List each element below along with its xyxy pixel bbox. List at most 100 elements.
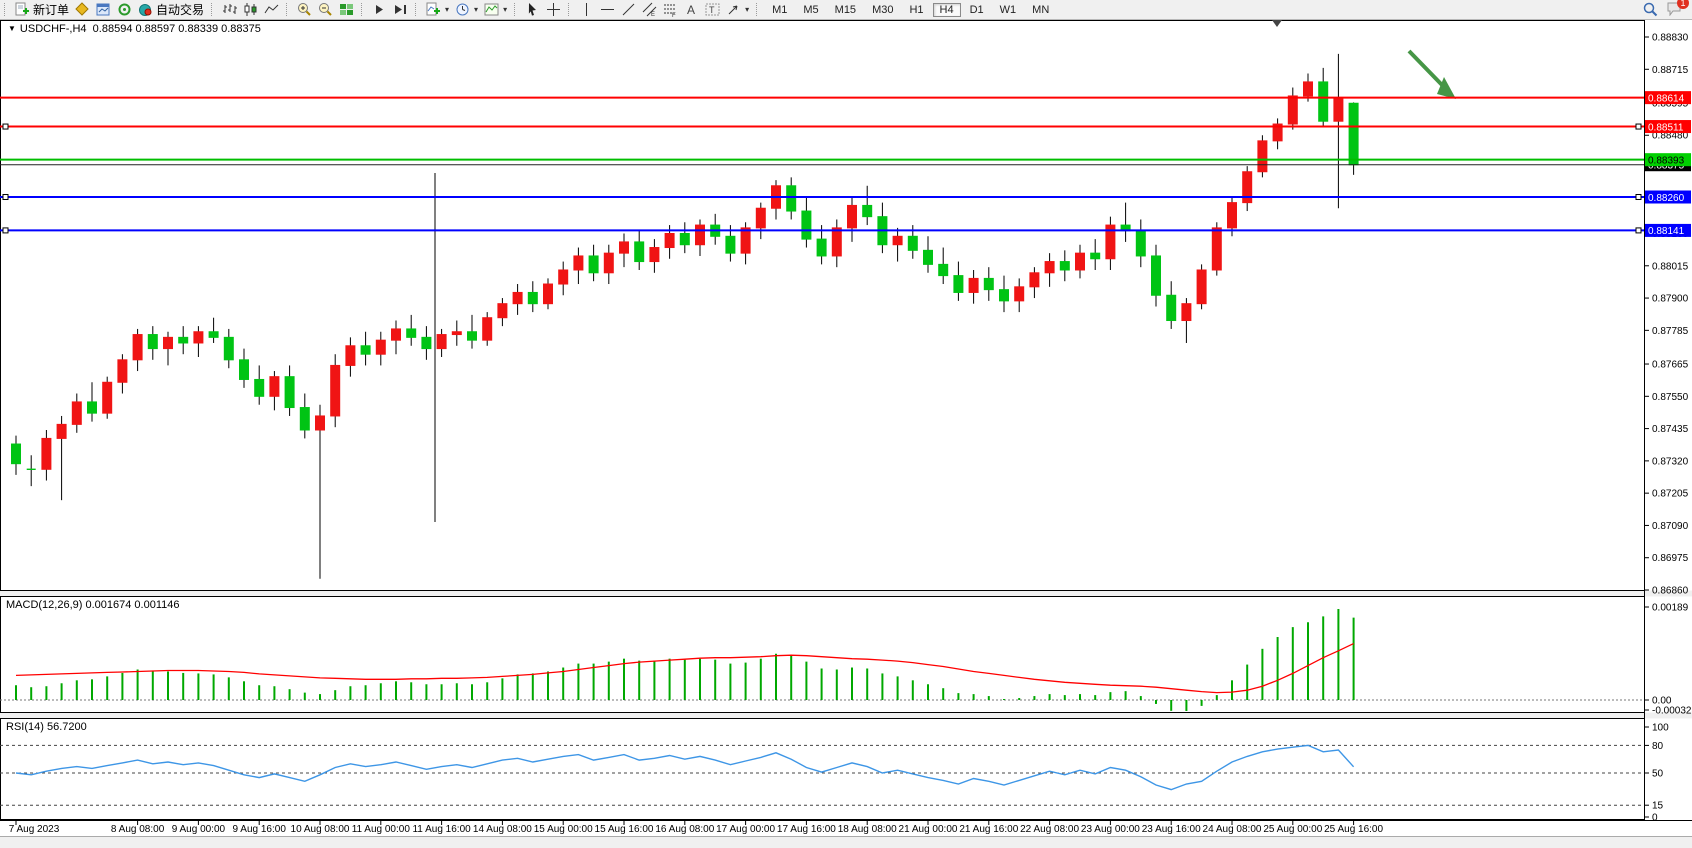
bear-candle [528,292,537,303]
community-button[interactable]: 1 [1666,1,1682,19]
bull-candle [604,253,613,273]
auto-trading-icon [138,2,153,17]
equidistant-channel-button[interactable]: E [639,1,660,18]
bar-chart-button[interactable] [219,1,240,18]
bull-candle [1197,270,1206,304]
search-icon[interactable] [1643,2,1658,17]
bear-candle [209,332,218,338]
data-window-button[interactable] [93,1,114,18]
toolbar-grip[interactable] [415,3,420,16]
crosshair-button[interactable] [543,1,564,18]
toolbar-grip[interactable] [4,3,9,16]
pane-splitter[interactable] [0,591,1692,597]
bull-candle [194,332,203,343]
time-tick-label: 8 Aug 08:00 [111,824,165,835]
auto-scroll-icon [372,2,387,17]
line-handle[interactable] [3,195,8,200]
bull-candle [498,304,507,318]
line-handle[interactable] [1636,195,1641,200]
timeframe-H1[interactable]: H1 [902,3,930,17]
fibonacci-button[interactable]: F [660,1,681,18]
timeframe-M15[interactable]: M15 [828,3,863,17]
toolbar-grip[interactable] [568,3,573,16]
arrows-icon [726,2,741,17]
timeframe-D1[interactable]: D1 [963,3,991,17]
bear-candle [285,377,294,408]
bull-candle [544,284,553,304]
time-tick-label: 21 Aug 16:00 [959,824,1018,835]
horizontal-line-button[interactable] [597,1,618,18]
bull-candle [118,360,127,382]
trendline-button[interactable] [618,1,639,18]
indicators-icon [426,2,441,17]
bear-candle [224,337,233,359]
candlestick-chart-button[interactable] [240,1,261,18]
toolbar-grip[interactable] [756,3,761,16]
auto-trading-button[interactable]: 自动交易 [135,1,207,18]
bull-candle [483,318,492,340]
templates-button[interactable]: ▾ [481,1,510,18]
bull-candle [452,332,461,335]
price-tick-label: 0.87900 [1652,294,1689,305]
text-label-button[interactable]: T [702,1,723,18]
bear-candle [589,256,598,273]
periods-button[interactable]: ▾ [452,1,481,18]
auto-scroll-button[interactable] [369,1,390,18]
chevron-down-icon: ▾ [474,5,478,14]
toolbar-grip[interactable] [211,3,216,16]
arrows-button[interactable]: ▾ [723,1,752,18]
navigator-button[interactable] [114,1,135,18]
chart-area[interactable]: 0.888300.887150.885950.884800.883650.882… [0,0,1692,848]
line-handle[interactable] [3,124,8,129]
vertical-line-button[interactable] [576,1,597,18]
timeframe-M30[interactable]: M30 [865,3,900,17]
chart-shift-button[interactable] [390,1,411,18]
bull-candle [893,236,902,244]
zoom-in-button[interactable] [294,1,315,18]
timeframe-M1[interactable]: M1 [765,3,794,17]
bull-candle [270,377,279,397]
svg-text:T: T [709,5,715,15]
bear-candle [1167,295,1176,320]
price-tick-label: 0.86860 [1652,585,1689,596]
line-handle[interactable] [1636,124,1641,129]
zoom-out-button[interactable] [315,1,336,18]
symbol-dropdown-icon[interactable]: ▼ [8,24,16,33]
market-watch-button[interactable] [72,1,93,18]
time-tick-label: 23 Aug 16:00 [1142,824,1201,835]
pane-splitter[interactable] [0,713,1692,719]
toolbar-grip[interactable] [361,3,366,16]
time-tick-label: 22 Aug 08:00 [1020,824,1079,835]
line-chart-icon [264,2,279,17]
indicators-button[interactable]: ▾ [423,1,452,18]
price-tick-label: 0.87090 [1652,521,1689,532]
text-button[interactable]: A [681,1,702,18]
bear-candle [407,329,416,337]
toolbar-grip[interactable] [286,3,291,16]
toolbar-grip[interactable] [514,3,519,16]
rsi-axis-label: 100 [1652,723,1669,734]
price-tick-label: 0.88015 [1652,261,1689,272]
line-handle[interactable] [1636,228,1641,233]
bear-candle [954,276,963,293]
price-tick-label: 0.87205 [1652,489,1689,500]
bull-candle [969,278,978,292]
cursor-button[interactable] [522,1,543,18]
bull-candle [832,228,841,256]
bull-candle [42,438,51,469]
timeframe-H4[interactable]: H4 [933,3,961,17]
line-handle[interactable] [3,228,8,233]
new-order-button[interactable]: 新订单 [12,1,72,18]
timeframe-W1[interactable]: W1 [993,3,1024,17]
chevron-down-icon: ▾ [445,5,449,14]
tile-windows-button[interactable] [336,1,357,18]
price-tick-label: 0.87665 [1652,360,1689,371]
time-tick-label: 17 Aug 16:00 [777,824,836,835]
line-chart-button[interactable] [261,1,282,18]
candlestick-chart-icon [243,2,258,17]
timeframe-MN[interactable]: MN [1025,3,1056,17]
toolbar: 新订单 自动交易 [0,0,1692,20]
timeframe-M5[interactable]: M5 [796,3,825,17]
bull-candle [72,402,81,424]
bull-candle [103,382,112,413]
